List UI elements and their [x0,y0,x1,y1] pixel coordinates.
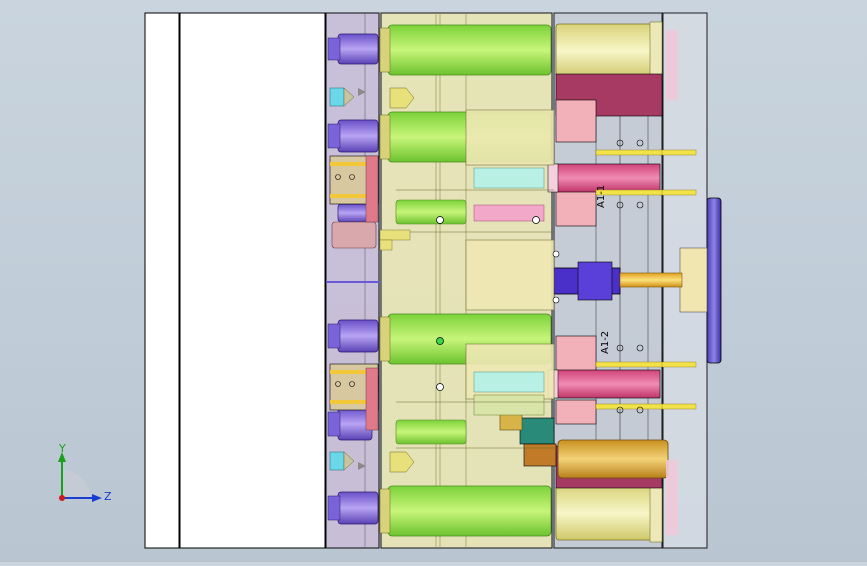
dowel-hole-5[interactable] [552,296,560,304]
slider-bottom[interactable] [555,335,597,373]
ejector-rod-4[interactable] [659,403,697,410]
guide-pillar-4[interactable] [387,485,552,537]
ejector-pin-1[interactable] [337,33,379,65]
ejector-rod-2[interactable] [659,189,697,196]
annotation-top: A1-1 [596,184,607,208]
stop-pin-2[interactable] [365,155,379,223]
guide-pillar-head-2 [379,114,391,160]
clamp-plate-wide[interactable] [179,12,326,549]
stop-pin-top[interactable] [331,221,377,249]
coordinate-triad: Y Z [50,440,120,510]
mold-assembly-drawing[interactable] [0,0,867,562]
dowel-hole-6[interactable] [552,250,560,258]
axis-z-label: Z [104,490,112,503]
angle-pin-top[interactable] [555,163,661,193]
guide-pillar-1[interactable] [387,24,552,76]
dowel-hole-3[interactable] [436,383,444,391]
bolt-head-2[interactable] [329,451,345,471]
slider-bottom-2[interactable] [555,399,597,425]
sprue-bushing-head[interactable] [679,247,708,313]
slider-top-2[interactable] [555,189,597,227]
angle-pin-bottom[interactable] [555,369,661,399]
bolt-head-1[interactable] [329,87,345,107]
guide-pillar-head-4 [379,488,391,534]
guide-pillar-head-3 [379,316,391,362]
return-pin[interactable] [557,439,669,479]
dowel-hole-1[interactable] [436,216,444,224]
guide-bushing-2[interactable] [555,485,653,541]
dowel-hole-2[interactable] [436,337,444,345]
guide-pillar-5[interactable] [395,199,467,225]
ejector-pin-4[interactable] [337,319,379,353]
clamp-plate-left[interactable] [144,12,180,549]
guide-pillar-head-1 [379,27,391,73]
stop-pin-3[interactable] [365,367,379,431]
locating-ring[interactable] [706,197,722,364]
ejector-rod-3[interactable] [659,361,697,368]
guide-pillar-6[interactable] [395,419,467,445]
ejector-pin-6[interactable] [337,491,379,525]
guide-bushing-1[interactable] [555,23,653,79]
slider-top[interactable] [555,99,597,143]
axis-y-label: Y [59,442,66,455]
sprue-rod[interactable] [619,272,683,288]
ejector-rod-1[interactable] [659,149,697,156]
dowel-hole-4[interactable] [532,216,540,224]
cad-viewport[interactable]: A1-1 A1-2 Y Z [0,0,867,562]
ejector-pin-2[interactable] [337,119,379,153]
annotation-bottom: A1-2 [600,330,611,354]
ejector-guide-block[interactable] [465,109,555,166]
